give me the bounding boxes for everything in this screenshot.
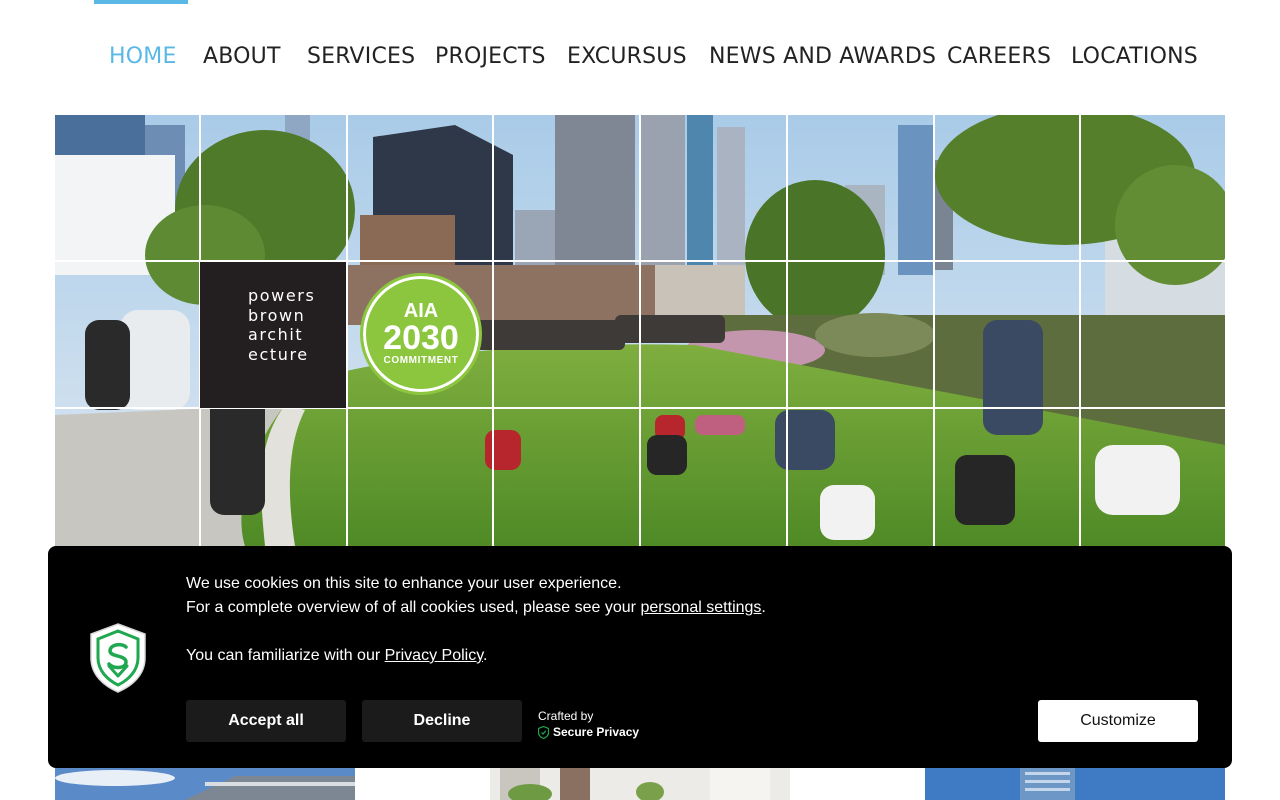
- logo-line: powers: [248, 286, 316, 305]
- badge-year: 2030: [383, 319, 459, 357]
- project-thumbnail[interactable]: [490, 768, 790, 800]
- logo-line: brown: [248, 305, 306, 325]
- cookie-text-fragment: .: [761, 599, 766, 616]
- powers-brown-architecture-logo[interactable]: powers brown archit ecture: [200, 262, 346, 408]
- privacy-policy-link[interactable]: Privacy Policy: [385, 647, 483, 664]
- cookie-message: We use cookies on this site to enhance y…: [186, 572, 766, 668]
- nav-item-excursus[interactable]: EXCURSUS: [567, 40, 687, 74]
- cookie-message-line: For a complete overview of of all cookie…: [186, 596, 766, 620]
- cookie-consent-banner: We use cookies on this site to enhance y…: [48, 546, 1232, 768]
- secure-privacy-brand: Secure Privacy: [538, 724, 639, 740]
- badge-top: AIA: [403, 300, 439, 322]
- secure-privacy-mini-shield-icon: [538, 725, 549, 739]
- main-navigation: HOME ABOUT SERVICES PROJECTS EXCURSUS NE…: [0, 40, 1280, 74]
- nav-item-services[interactable]: SERVICES: [307, 40, 415, 74]
- aia-2030-commitment-badge: AIA 2030 COMMITMENT: [360, 273, 482, 395]
- nav-item-about[interactable]: ABOUT: [203, 40, 281, 74]
- project-thumbnail[interactable]: [55, 768, 355, 800]
- cookie-message-line: You can familiarize with our Privacy Pol…: [186, 644, 766, 668]
- secure-privacy-shield-icon: [88, 622, 148, 694]
- nav-item-home[interactable]: HOME: [109, 40, 177, 74]
- hero-banner: powers brown archit ecture AIA 2030 COMM…: [55, 115, 1225, 546]
- nav-item-projects[interactable]: PROJECTS: [435, 40, 546, 74]
- decline-button[interactable]: Decline: [362, 700, 522, 742]
- customize-button[interactable]: Customize: [1038, 700, 1198, 742]
- project-thumbnail-image: [55, 768, 355, 800]
- secure-privacy-brand-name: Secure Privacy: [553, 725, 640, 739]
- crafted-by-secure-privacy[interactable]: Crafted by Secure Privacy: [538, 708, 639, 740]
- personal-settings-link[interactable]: personal settings: [640, 599, 761, 616]
- badge-subtitle: COMMITMENT: [383, 355, 459, 366]
- logo-line: archit: [248, 325, 304, 344]
- crafted-by-label: Crafted by: [538, 709, 594, 723]
- project-thumbnail-image: [925, 768, 1225, 800]
- project-thumbnail[interactable]: [925, 768, 1225, 800]
- project-thumbnail-image: [490, 768, 790, 800]
- active-page-accent-bar: [94, 0, 188, 4]
- cookie-text-fragment: You can familiarize with our: [186, 647, 385, 664]
- cookie-text-fragment: .: [483, 647, 488, 664]
- nav-item-locations[interactable]: LOCATIONS: [1071, 40, 1198, 74]
- accept-all-button[interactable]: Accept all: [186, 700, 346, 742]
- cookie-message-line: We use cookies on this site to enhance y…: [186, 575, 622, 592]
- nav-item-news-and-awards[interactable]: NEWS AND AWARDS: [709, 40, 936, 74]
- logo-line: ecture: [248, 344, 309, 364]
- nav-item-careers[interactable]: CAREERS: [947, 40, 1051, 74]
- cookie-text-fragment: For a complete overview of of all cookie…: [186, 599, 641, 616]
